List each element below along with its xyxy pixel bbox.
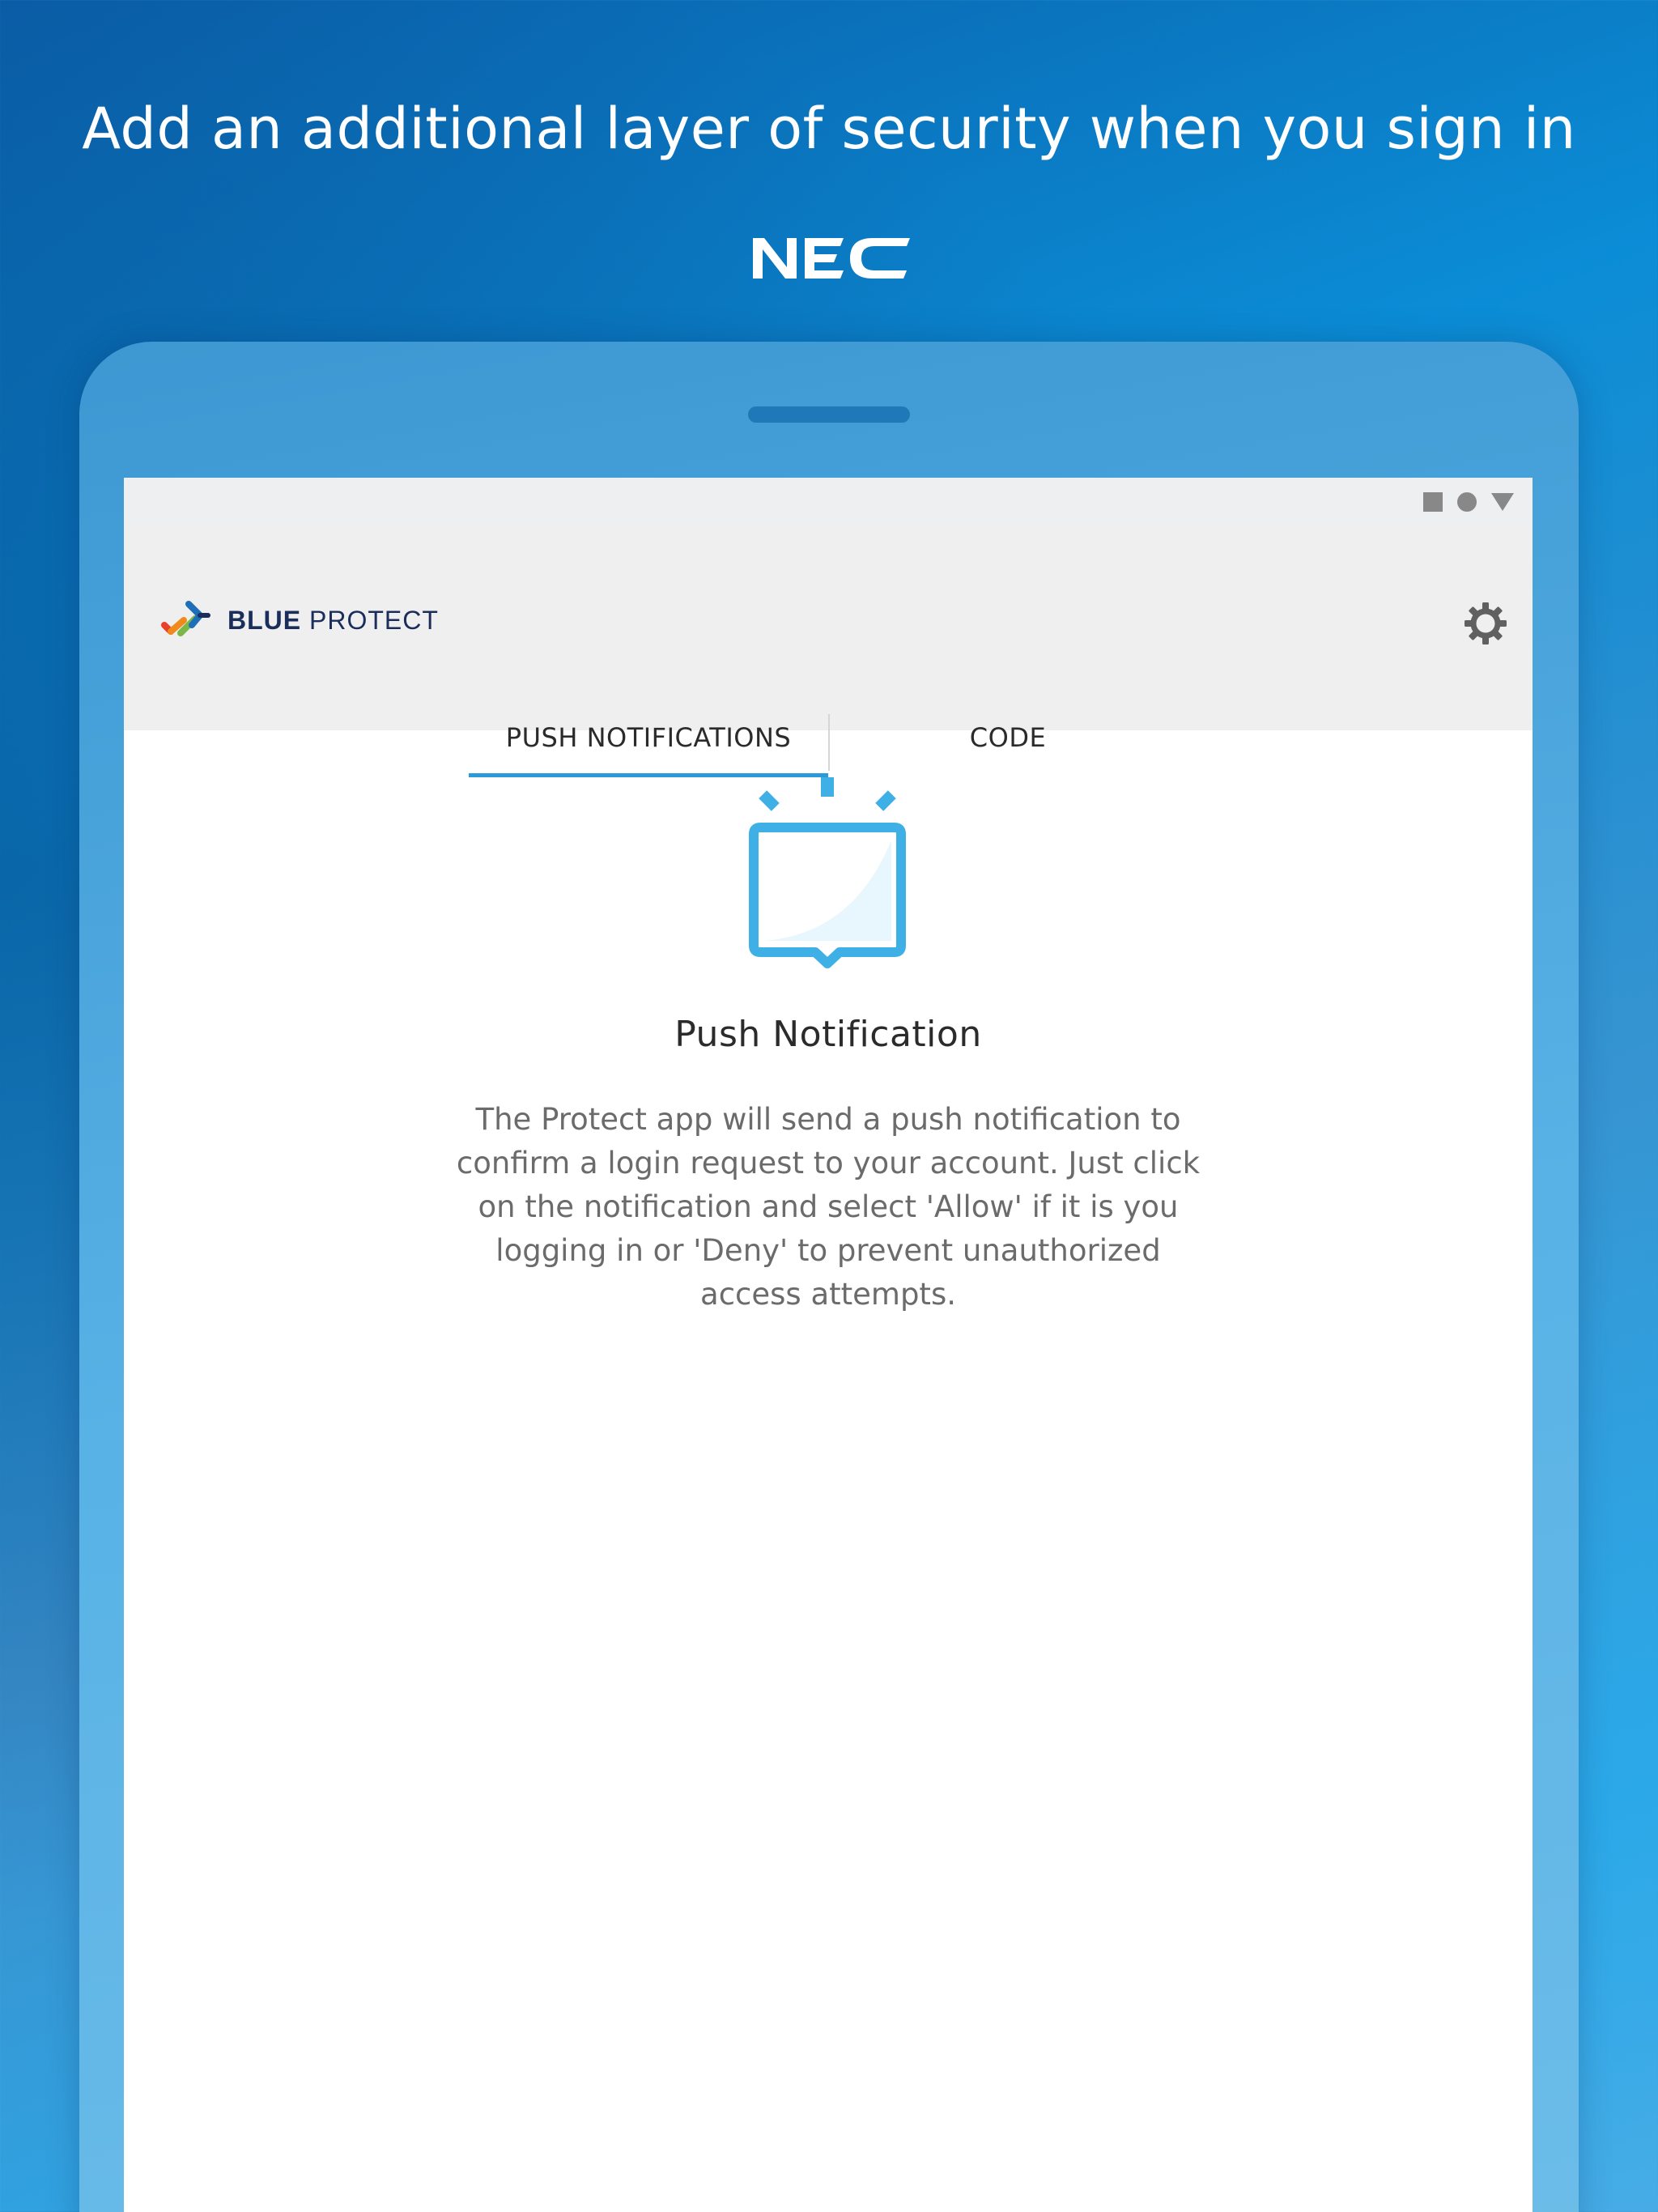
- tab-bar: PUSH NOTIFICATIONS CODE: [469, 698, 1188, 777]
- nec-logo: [753, 238, 910, 279]
- blue-protect-logo: BLUE PROTECT: [159, 596, 439, 644]
- checkmark-logo-icon: [161, 601, 210, 636]
- gear-icon[interactable]: [1463, 601, 1508, 646]
- circle-icon: [1457, 492, 1477, 512]
- app-bar: BLUE PROTECT PUSH NOTIFICATIONS CODE: [124, 525, 1533, 777]
- tab-push-notifications[interactable]: PUSH NOTIFICATIONS: [469, 698, 828, 777]
- brand-name: BLUE PROTECT: [227, 605, 439, 635]
- push-notification-icon: [749, 777, 906, 968]
- headline: Add an additional layer of security when…: [82, 96, 1576, 162]
- status-bar: [124, 478, 1533, 525]
- content-title: Push Notification: [674, 1014, 982, 1055]
- app-screen: BLUE PROTECT PUSH NOTIFICATIONS CODE Pus…: [124, 478, 1533, 2212]
- triangle-down-icon: [1491, 493, 1514, 511]
- status-icons: [1422, 491, 1515, 513]
- tab-code[interactable]: CODE: [828, 698, 1188, 777]
- content-description: The Protect app will send a push notific…: [456, 1102, 1201, 1312]
- tablet-speaker: [748, 406, 910, 423]
- square-icon: [1423, 492, 1443, 512]
